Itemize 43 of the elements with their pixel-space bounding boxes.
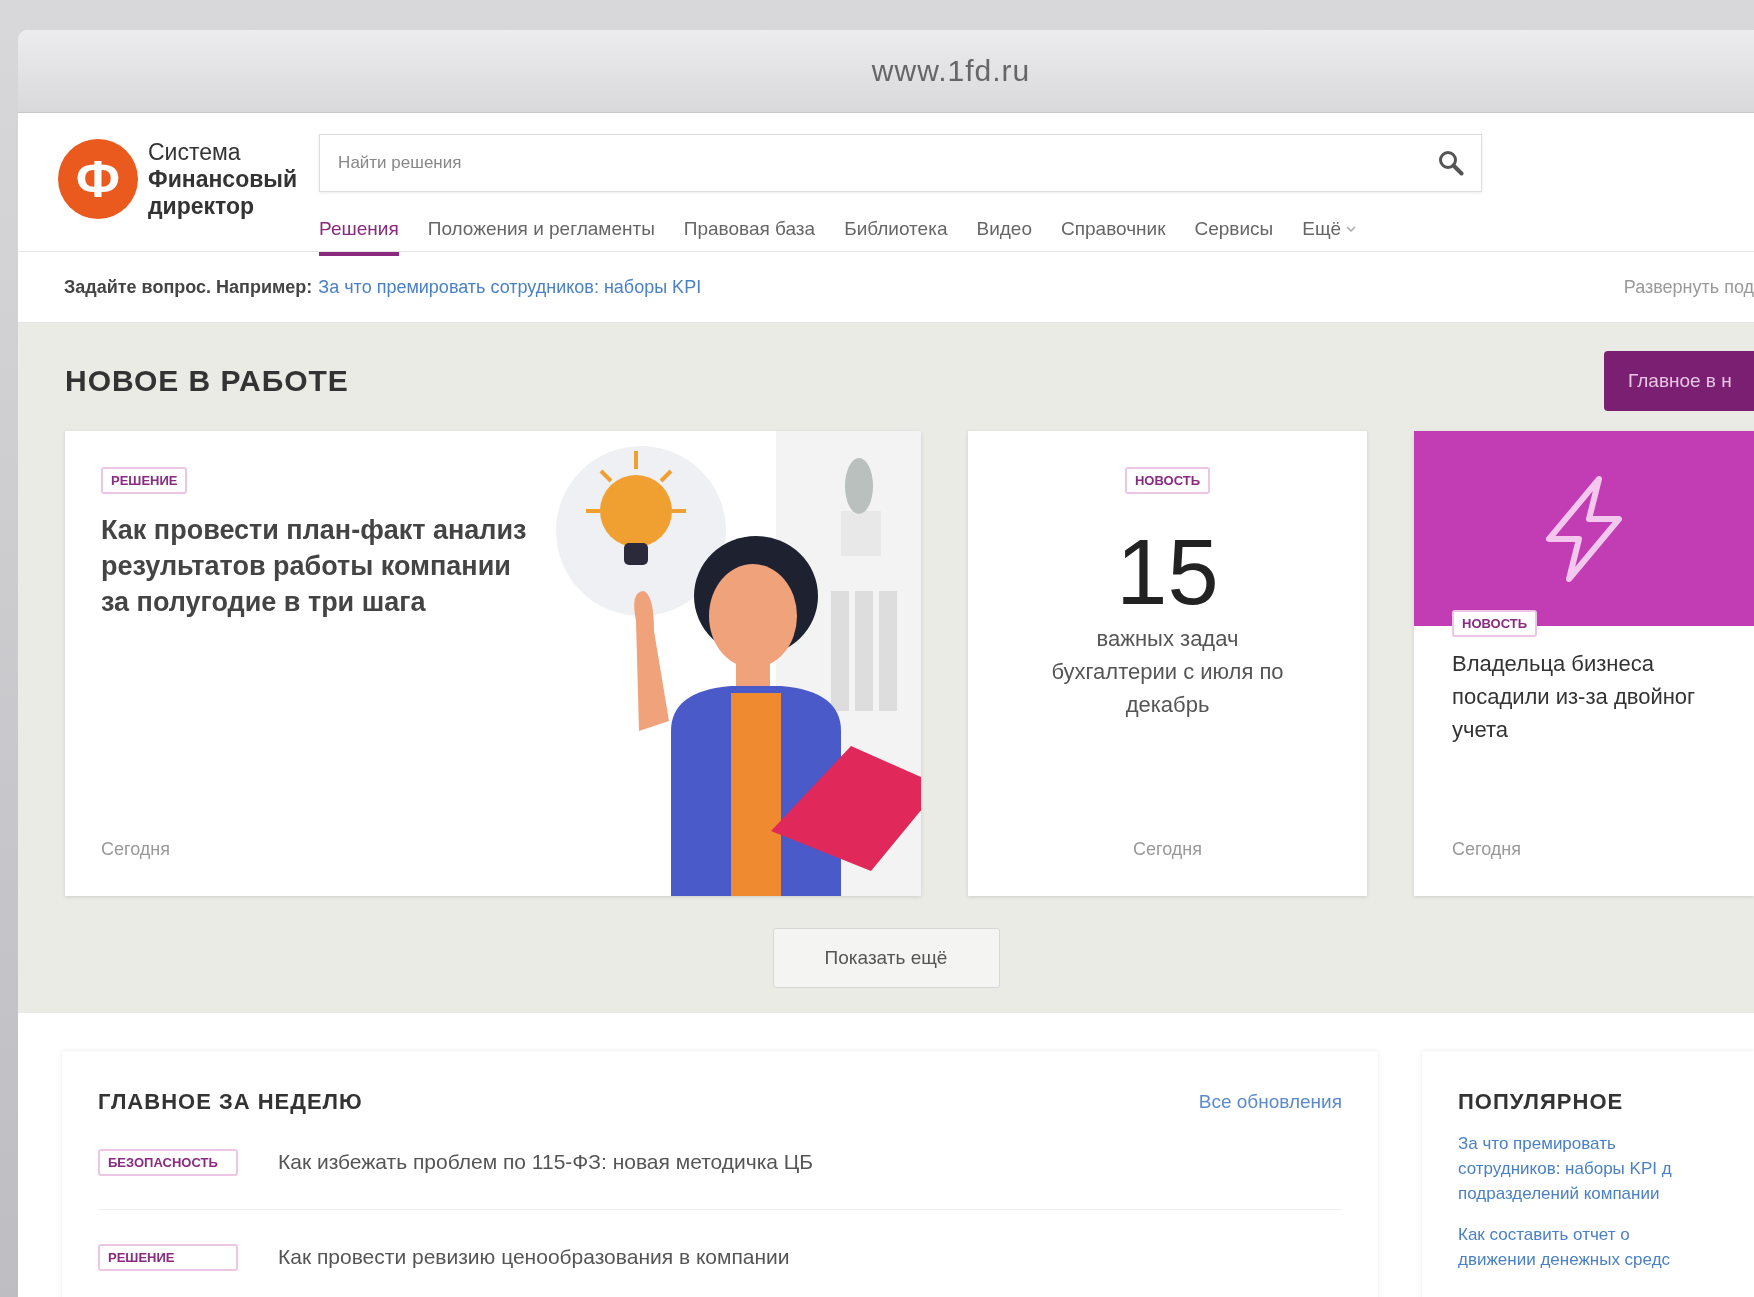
nav-tab[interactable]: Правовая база: [683, 210, 816, 256]
popular-link[interactable]: Как составить отчет о движении денежных средс: [1458, 1222, 1754, 1272]
card-title: Владельца бизнеса посадили из-за двойног учета: [1452, 650, 1697, 744]
category-tag: БЕЗОПАСНОСТЬ: [98, 1148, 238, 1176]
caret-icon: [1346, 226, 1357, 232]
nav-tab[interactable]: Положения и регламенты: [427, 210, 655, 256]
category-tag: РЕШЕНИЕ: [101, 467, 188, 494]
category-tag: НОВОСТЬ: [1452, 610, 1538, 637]
card-date: Сегодня: [1133, 839, 1202, 860]
show-more-button[interactable]: Показать ещё: [772, 928, 1000, 988]
article-card[interactable]: РЕШЕНИЕ Как провести план-факт анализ результатов работы компании за полугодие в три шага Сегодня: [65, 431, 921, 896]
card-date: Сегодня: [1452, 839, 1522, 860]
panel-title: ГЛАВНОЕ ЗА НЕДЕЛЮ: [98, 1089, 363, 1115]
example-question-link[interactable]: За что премировать сотрудников: наборы KPI: [318, 276, 702, 298]
logo-text: Финансовый: [148, 165, 298, 193]
nav-tab[interactable]: Сервисы: [1194, 210, 1274, 256]
all-updates-link[interactable]: Все обновления: [1198, 1091, 1342, 1113]
card-date: Сегодня: [101, 839, 171, 860]
main-button[interactable]: Главное в н: [1604, 351, 1754, 411]
search-icon[interactable]: [1438, 150, 1465, 176]
article-link[interactable]: Как провести ревизию ценообразования в компании: [278, 1245, 790, 1269]
category-tag: РЕШЕНИЕ: [98, 1243, 238, 1271]
nav-tab[interactable]: Справочник: [1061, 210, 1166, 256]
news-card[interactable]: НОВОСТЬ 15 важных задач бухгалтерии с июля по декабрь Сегодня: [968, 431, 1367, 896]
card-text: важных задач бухгалтерии с июля по декабрь: [1050, 625, 1285, 719]
big-number: 15: [1116, 522, 1219, 622]
card-title: Как провести план-факт анализ результатов работы компании за полугодие в три шага: [101, 514, 528, 619]
news-card[interactable]: НОВОСТЬ Владельца бизнеса посадили из-за двойног учета Сегодня: [1414, 431, 1754, 896]
nav-tab[interactable]: Видео: [976, 210, 1032, 256]
ask-prompt: Задайте вопрос. Например:: [64, 276, 313, 298]
nav-tab[interactable]: Библиотека: [844, 210, 948, 256]
search-field[interactable]: Найти решения: [319, 134, 1483, 192]
article-link[interactable]: Как избежать проблем по 115-ФЗ: новая методичка ЦБ: [278, 1150, 814, 1174]
logo-text: директор: [148, 192, 256, 220]
panel-title: ПОПУЛЯРНОЕ: [1458, 1089, 1624, 1115]
address-bar-url[interactable]: www.1fd.ru: [871, 54, 1031, 88]
category-tag: НОВОСТЬ: [1125, 467, 1210, 494]
popular-link[interactable]: За что премировать сотрудников: наборы KPI д подразделений компании: [1458, 1131, 1754, 1206]
nav-tab[interactable]: Решения: [319, 210, 399, 256]
logo-icon[interactable]: Ф: [58, 139, 138, 219]
logo-text: Система: [148, 138, 242, 166]
section-title: НОВОЕ В РАБОТЕ: [65, 364, 349, 398]
nav-tab[interactable]: Ещё: [1302, 210, 1357, 256]
